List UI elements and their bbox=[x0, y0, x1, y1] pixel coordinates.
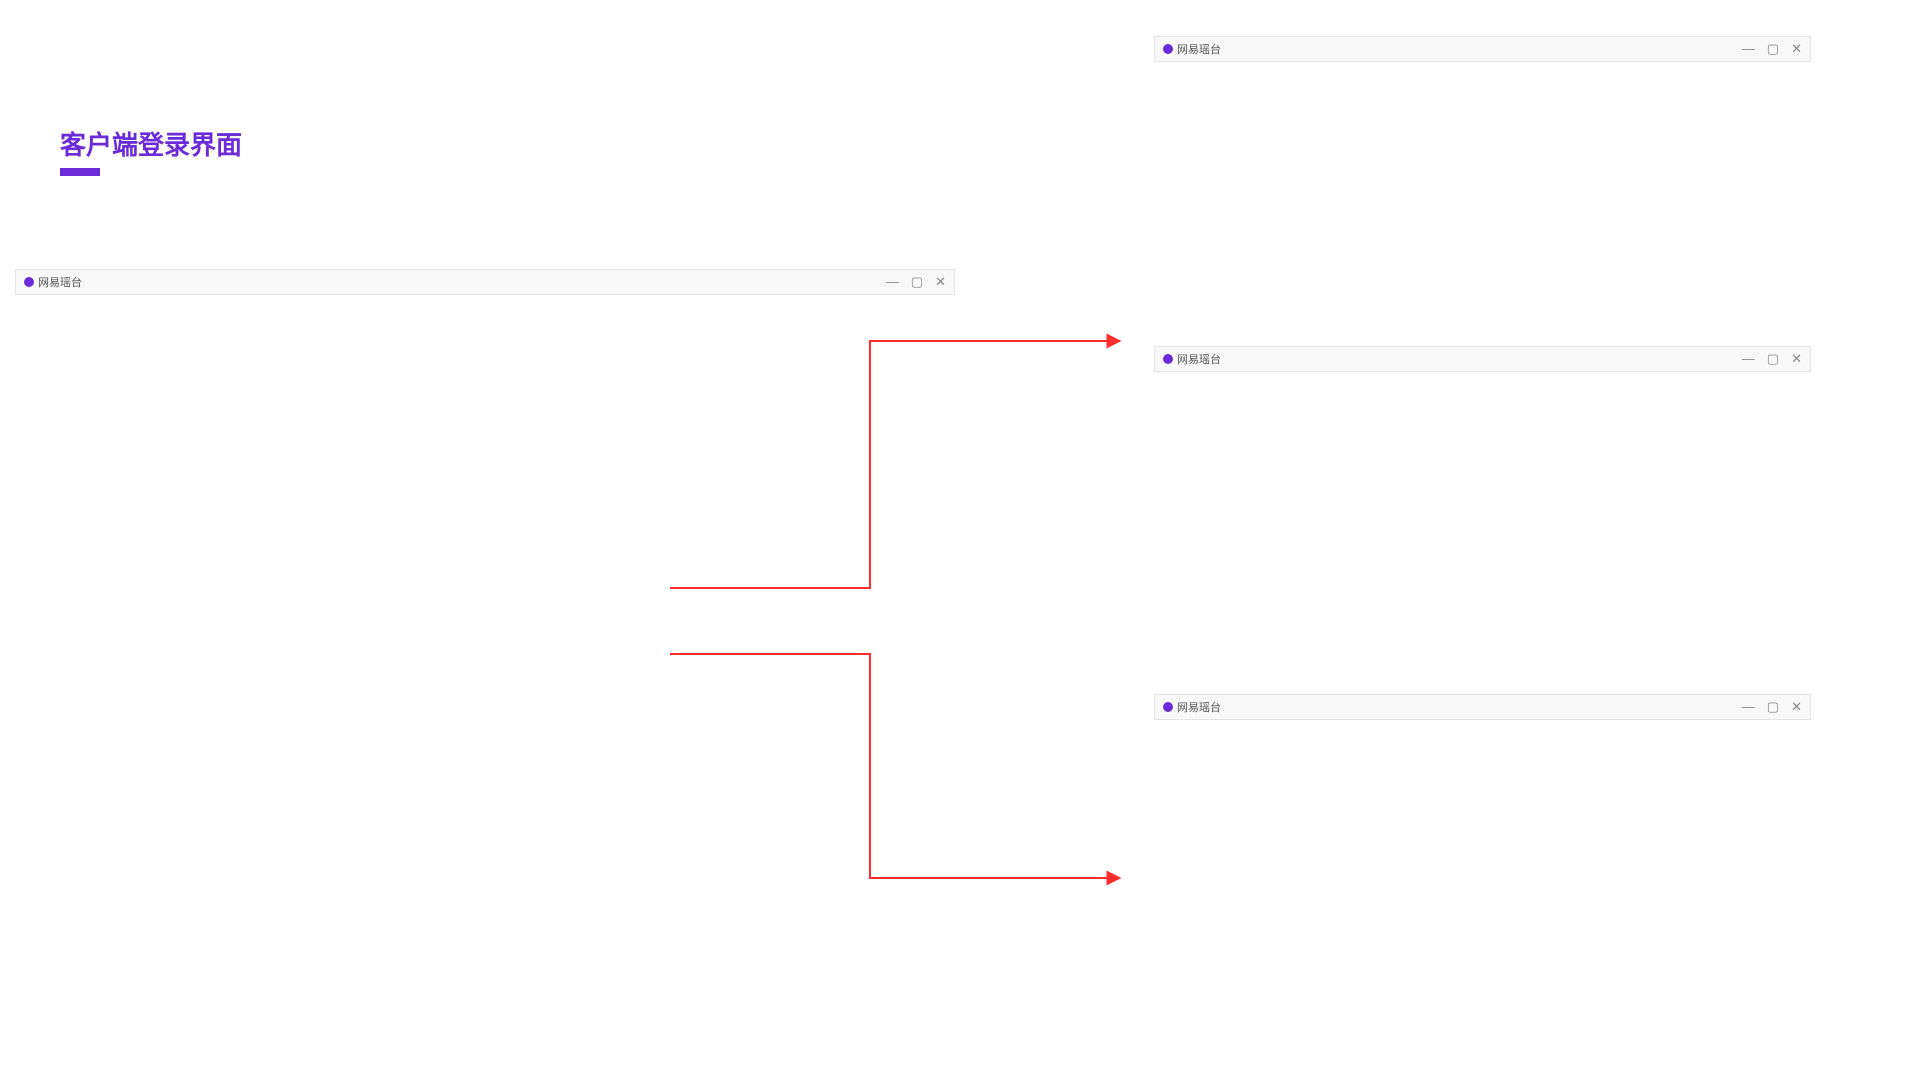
ticket-window-title: 网易瑶台 bbox=[1177, 699, 1221, 715]
page-title-underline bbox=[60, 168, 100, 176]
main-window-title: 网易瑶台 bbox=[38, 274, 82, 290]
app-dot-icon bbox=[24, 277, 34, 287]
maximize-button[interactable]: ▢ bbox=[1767, 699, 1779, 715]
maximize-button[interactable]: ▢ bbox=[911, 274, 923, 290]
minimize-button[interactable]: — bbox=[1742, 699, 1755, 715]
ticket-titlebar: 网易瑶台 — ▢ ✕ bbox=[1155, 695, 1810, 719]
maximize-button[interactable]: ▢ bbox=[1767, 41, 1779, 57]
minimize-button[interactable]: — bbox=[886, 274, 899, 290]
page-title: 客户端登录界面 bbox=[60, 125, 242, 162]
main-login-window: 网易瑶台 — ▢ ✕ 问题反馈 中A 语言 bbox=[16, 270, 954, 294]
close-button[interactable]: ✕ bbox=[1791, 699, 1802, 715]
maximize-button[interactable]: ▢ bbox=[1767, 351, 1779, 367]
minimize-button[interactable]: — bbox=[1742, 41, 1755, 57]
lobby-titlebar: 网易瑶台 — ▢ ✕ bbox=[1155, 347, 1810, 371]
lobby-window: 网易瑶台 —▢✕ ←返回 我的活动 搜索活动 进行中 网易瑶台 YAOTAIVE… bbox=[1155, 347, 1810, 371]
close-button[interactable]: ✕ bbox=[935, 274, 946, 290]
ticket-login-window: 网易瑶台 —▢✕ 问题反馈 语言 网易瑶台 tsvpaizh 立即进入 ‹ 其他… bbox=[1155, 695, 1810, 719]
close-button[interactable]: ✕ bbox=[1791, 351, 1802, 367]
phone-window-title: 网易瑶台 bbox=[1177, 41, 1221, 57]
phone-login-window: 网易瑶台 —▢✕ 问题反馈 语言 ✕ 手机号登录 +86 ▾ 请输入手机号 请输… bbox=[1155, 37, 1810, 61]
minimize-button[interactable]: — bbox=[1742, 351, 1755, 367]
lobby-window-title: 网易瑶台 bbox=[1177, 351, 1221, 367]
main-titlebar: 网易瑶台 — ▢ ✕ bbox=[16, 270, 954, 294]
close-button[interactable]: ✕ bbox=[1791, 41, 1802, 57]
flow-arrows bbox=[0, 0, 1920, 1080]
phone-titlebar: 网易瑶台 — ▢ ✕ bbox=[1155, 37, 1810, 61]
